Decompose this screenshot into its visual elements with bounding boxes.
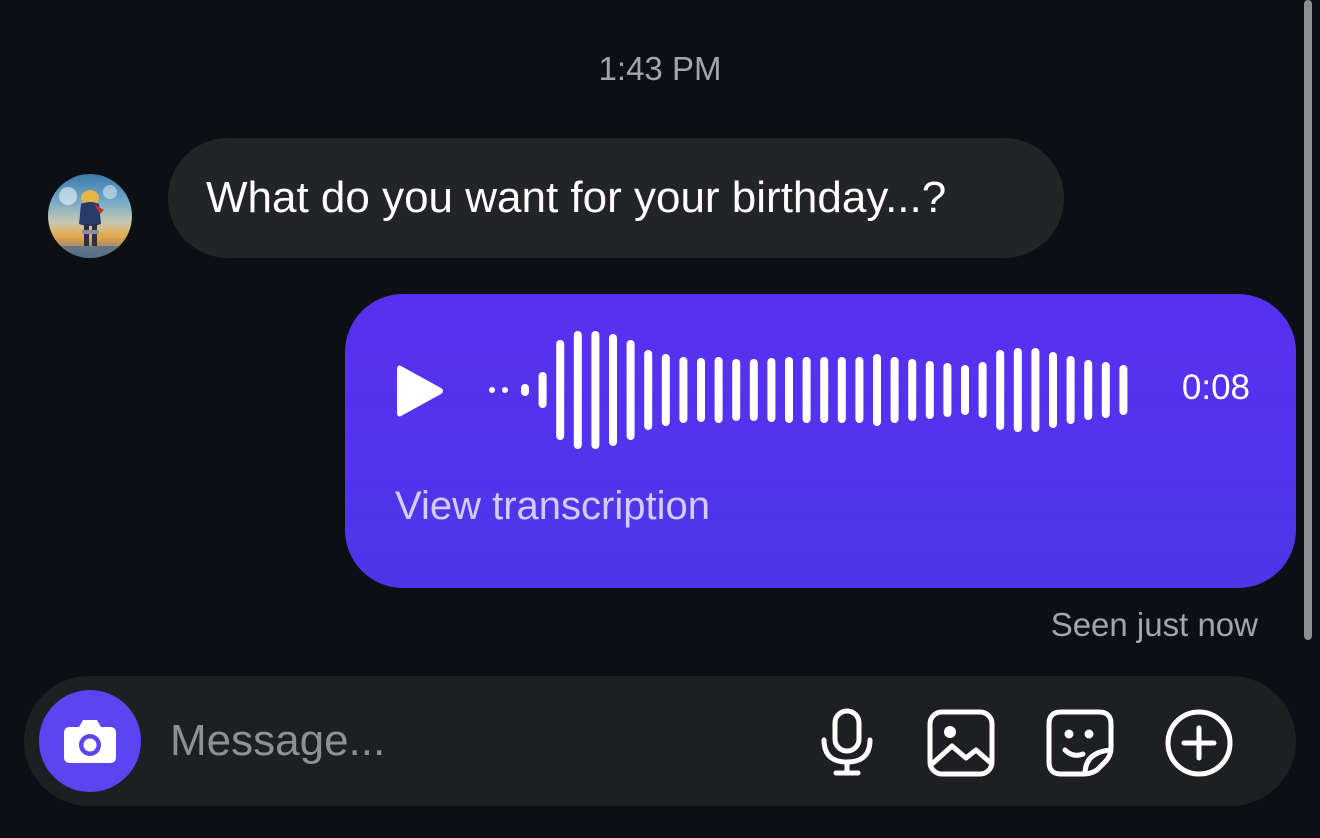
waveform-bar bbox=[996, 350, 1005, 430]
camera-icon bbox=[64, 720, 116, 763]
waveform-bar bbox=[573, 331, 582, 449]
waveform-bar bbox=[1049, 352, 1057, 428]
waveform-bar bbox=[820, 357, 829, 423]
waveform-bar bbox=[908, 359, 917, 421]
waveform-bar bbox=[943, 363, 952, 417]
waveform-bar bbox=[1066, 356, 1075, 424]
waveform-bar bbox=[1101, 362, 1110, 418]
contact-avatar[interactable] bbox=[48, 174, 132, 258]
waveform-bar bbox=[855, 357, 864, 423]
waveform-bar bbox=[521, 384, 529, 396]
waveform-bar bbox=[802, 357, 811, 423]
waveform-dot bbox=[502, 387, 508, 393]
plus-circle-icon[interactable] bbox=[1164, 708, 1234, 778]
waveform-bar bbox=[925, 361, 934, 419]
waveform-bar bbox=[749, 359, 758, 421]
waveform-bar bbox=[873, 354, 881, 426]
waveform-bar bbox=[538, 372, 547, 408]
waveform-bar bbox=[609, 334, 617, 446]
gallery-icon[interactable] bbox=[926, 708, 996, 778]
message-composer bbox=[24, 676, 1296, 806]
waveform-bar bbox=[1084, 360, 1093, 420]
waveform-bar bbox=[1031, 348, 1040, 432]
view-transcription-link[interactable]: View transcription bbox=[395, 484, 710, 529]
audio-waveform[interactable] bbox=[485, 320, 1135, 460]
message-input[interactable] bbox=[170, 706, 770, 776]
incoming-message-bubble[interactable]: What do you want for your birthday...? bbox=[168, 138, 1064, 258]
waveform-bar bbox=[732, 359, 741, 421]
waveform-bar bbox=[961, 365, 969, 415]
waveform-bar bbox=[679, 357, 688, 423]
voice-duration: 0:08 bbox=[1181, 368, 1250, 407]
sticker-icon[interactable] bbox=[1045, 708, 1115, 778]
microphone-icon[interactable] bbox=[812, 708, 882, 778]
incoming-message-text: What do you want for your birthday...? bbox=[206, 173, 947, 222]
voice-message-bubble[interactable]: 0:08 View transcription bbox=[345, 294, 1296, 588]
waveform-bar bbox=[890, 357, 899, 423]
play-icon[interactable] bbox=[395, 362, 447, 420]
waveform-bar bbox=[591, 331, 600, 449]
waveform-bar bbox=[714, 357, 723, 423]
waveform-bar bbox=[697, 358, 705, 422]
waveform-bar bbox=[556, 340, 565, 440]
waveform-bar bbox=[837, 357, 846, 423]
waveform-bar bbox=[785, 357, 793, 423]
scrollbar-thumb[interactable] bbox=[1304, 0, 1312, 640]
waveform-bar bbox=[978, 362, 987, 418]
seen-status: Seen just now bbox=[1050, 606, 1258, 643]
waveform-dot bbox=[489, 387, 495, 393]
waveform-bar bbox=[644, 350, 653, 430]
waveform-bar bbox=[661, 354, 670, 426]
waveform-bar bbox=[1013, 348, 1022, 432]
waveform-bar bbox=[626, 340, 635, 440]
chat-screen: 1:43 PM What do you want for your birthd… bbox=[0, 0, 1320, 838]
waveform-bar bbox=[767, 358, 776, 422]
camera-button[interactable] bbox=[39, 690, 141, 792]
avatar-figure-icon bbox=[48, 185, 132, 258]
waveform-bar bbox=[1119, 365, 1128, 415]
message-timestamp: 1:43 PM bbox=[598, 50, 722, 87]
